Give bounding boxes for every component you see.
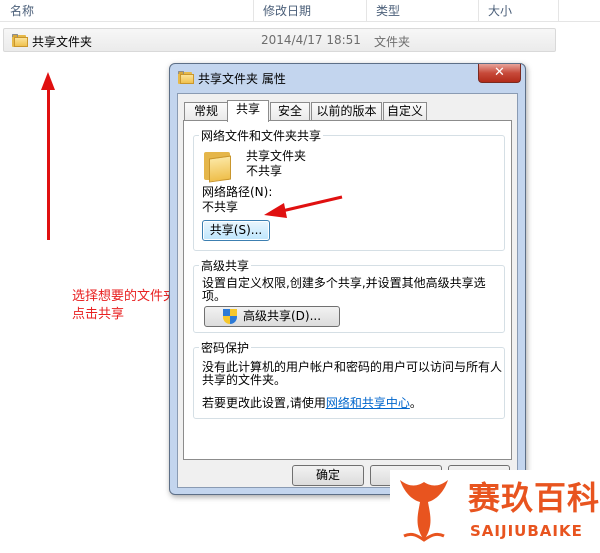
file-type: 文件夹 [374,35,411,49]
network-share-group: 网络文件和文件夹共享 共享文件夹 不共享 网络路径(N): 不共享 共享(S).… [193,127,505,251]
advanced-share-button[interactable]: 高级共享(D)... [204,306,340,327]
watermark-brand-en: SAIJIUBAIKE [470,522,583,540]
folder-icon [12,34,28,47]
share-folder-name: 共享文件夹 [246,149,307,163]
shield-icon [223,309,237,324]
column-name[interactable]: 名称 [0,0,34,22]
advanced-share-button-label: 高级共享(D)... [242,309,322,323]
column-header: 名称 修改日期 类型 大小 [0,0,600,22]
close-button[interactable]: ✕ [478,64,521,83]
file-modified: 2014/4/17 18:51 [261,33,361,47]
file-row-shared-folder[interactable]: 共享文件夹 2014/4/17 18:51 文件夹 [3,28,556,52]
column-modified[interactable]: 修改日期 [253,0,311,22]
advanced-share-group: 高级共享 设置自定义权限,创建多个共享,并设置其他高级共享选 项。 高级共享(D… [193,257,505,333]
network-sharing-center-link[interactable]: 网络和共享中心 [326,396,410,410]
network-share-title: 网络文件和文件夹共享 [199,127,324,144]
share-button[interactable]: 共享(S)... [202,220,270,241]
annotation-arrow-diagonal-icon [264,195,343,218]
dialog-titlebar[interactable]: 共享文件夹 属性 ✕ [170,64,525,90]
password-protection-title: 密码保护 [199,339,252,356]
advanced-share-title: 高级共享 [199,257,252,274]
column-size[interactable]: 大小 [478,0,512,22]
tab-general[interactable]: 常规 [184,102,228,121]
dialog-client: 常规 共享 安全 以前的版本 自定义 网络文件和文件夹共享 共享文件夹 不共享 … [177,93,518,488]
column-type[interactable]: 类型 [366,0,400,22]
advanced-share-description-2: 项。 [202,289,227,303]
sharing-tab-pane: 网络文件和文件夹共享 共享文件夹 不共享 网络路径(N): 不共享 共享(S).… [183,120,512,460]
password-protection-group: 密码保护 没有此计算机的用户帐户和密码的用户可以访问与所有人 共享的文件夹。 若… [193,339,505,419]
password-change-suffix: 。 [409,396,422,410]
password-change-prefix: 若要更改此设置,请使用 [202,396,326,410]
ok-button[interactable]: 确定 [292,465,364,486]
file-name: 共享文件夹 [32,35,93,49]
tab-customize[interactable]: 自定义 [383,102,427,121]
tab-security[interactable]: 安全 [270,102,310,121]
properties-dialog: 共享文件夹 属性 ✕ 常规 共享 安全 以前的版本 自定义 网络文件和文件夹共享… [169,63,526,495]
tab-sharing[interactable]: 共享 [227,100,269,122]
share-status: 不共享 [246,164,283,178]
password-description-2: 共享的文件夹。 [202,373,287,387]
watermark: 赛玖百科 SAIJIUBAIKE [390,470,600,553]
whale-tail-logo-icon [400,480,448,542]
column-separator [558,0,559,22]
annotation-arrow-line [47,80,50,240]
advanced-share-description-1: 设置自定义权限,创建多个共享,并设置其他高级共享选 [202,276,486,290]
password-change-text: 若要更改此设置,请使用网络和共享中心。 [202,395,422,411]
tab-previous-versions[interactable]: 以前的版本 [311,102,382,121]
folder-icon [204,150,236,183]
folder-icon [178,71,194,84]
network-path-value: 不共享 [202,200,239,214]
watermark-brand-cn: 赛玖百科 [468,479,600,517]
dialog-title: 共享文件夹 属性 [198,72,286,86]
